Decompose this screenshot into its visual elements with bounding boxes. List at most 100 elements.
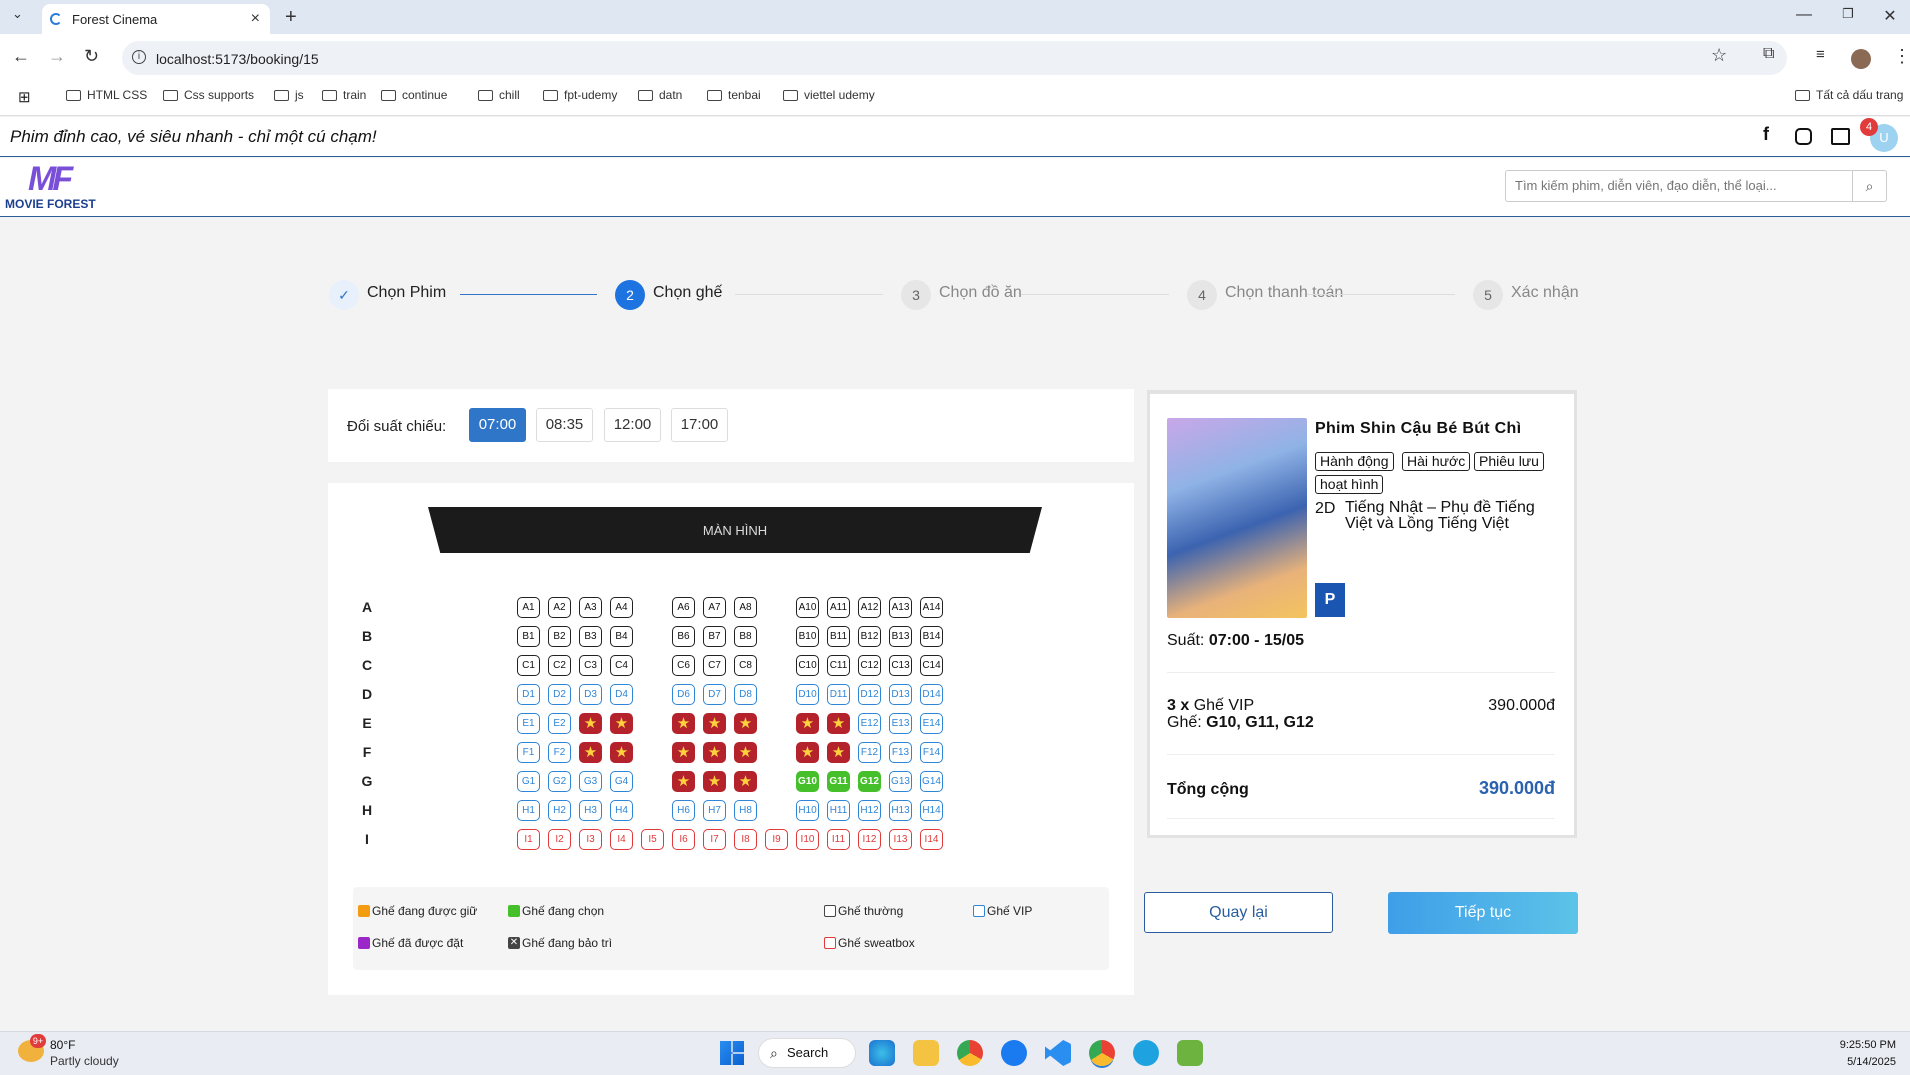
tab-search-icon[interactable]: ⌄ xyxy=(12,6,23,22)
excel-icon[interactable] xyxy=(1177,1040,1203,1066)
seat-I4[interactable]: I4 xyxy=(610,829,633,850)
seat-A12[interactable]: A12 xyxy=(858,597,881,618)
seat-C4[interactable]: C4 xyxy=(610,655,633,676)
seat-A4[interactable]: A4 xyxy=(610,597,633,618)
seat-G2[interactable]: G2 xyxy=(548,771,571,792)
search-input[interactable] xyxy=(1515,178,1845,193)
film-icon[interactable] xyxy=(1831,128,1850,145)
seat-B7[interactable]: B7 xyxy=(703,626,726,647)
weather-description[interactable]: Partly cloudy xyxy=(50,1054,119,1068)
seat-H14[interactable]: H14 xyxy=(920,800,943,821)
close-window-icon[interactable]: ✕ xyxy=(1880,6,1900,26)
seat-C2[interactable]: C2 xyxy=(548,655,571,676)
seat-H1[interactable]: H1 xyxy=(517,800,540,821)
apps-grid-icon[interactable]: ⊞ xyxy=(18,88,31,106)
seat-D12[interactable]: D12 xyxy=(858,684,881,705)
seat-G10[interactable]: G10 xyxy=(796,771,819,792)
seat-I12[interactable]: I12 xyxy=(858,829,881,850)
seat-E2[interactable]: E2 xyxy=(548,713,571,734)
seat-I7[interactable]: I7 xyxy=(703,829,726,850)
seat-D3[interactable]: D3 xyxy=(579,684,602,705)
seat-A2[interactable]: A2 xyxy=(548,597,571,618)
seat-C13[interactable]: C13 xyxy=(889,655,912,676)
seat-H10[interactable]: H10 xyxy=(796,800,819,821)
bookmark-item[interactable]: datn xyxy=(638,88,682,102)
seat-G3[interactable]: G3 xyxy=(579,771,602,792)
seat-D8[interactable]: D8 xyxy=(734,684,757,705)
continue-button[interactable]: Tiếp tục xyxy=(1388,892,1578,934)
notification-badge[interactable]: 4 xyxy=(1860,118,1878,136)
seat-C7[interactable]: C7 xyxy=(703,655,726,676)
seat-C12[interactable]: C12 xyxy=(858,655,881,676)
seat-B8[interactable]: B8 xyxy=(734,626,757,647)
seat-C3[interactable]: C3 xyxy=(579,655,602,676)
bookmark-item[interactable]: viettel udemy xyxy=(783,88,875,102)
bookmark-item[interactable]: train xyxy=(322,88,366,102)
seat-H4[interactable]: H4 xyxy=(610,800,633,821)
seat-E1[interactable]: E1 xyxy=(517,713,540,734)
seat-B1[interactable]: B1 xyxy=(517,626,540,647)
seat-A1[interactable]: A1 xyxy=(517,597,540,618)
showtime-button[interactable]: 07:00 xyxy=(469,408,526,442)
seat-F14[interactable]: F14 xyxy=(920,742,943,763)
seat-I10[interactable]: I10 xyxy=(796,829,819,850)
showtime-button[interactable]: 08:35 xyxy=(536,408,593,442)
address-bar[interactable] xyxy=(122,41,1787,75)
showtime-button[interactable]: 17:00 xyxy=(671,408,728,442)
seat-F2[interactable]: F2 xyxy=(548,742,571,763)
close-tab-icon[interactable]: × xyxy=(251,10,260,28)
bookmark-item[interactable]: continue xyxy=(381,88,447,102)
profile-avatar[interactable] xyxy=(1851,49,1871,69)
seat-D2[interactable]: D2 xyxy=(548,684,571,705)
site-info-icon[interactable]: i xyxy=(132,50,146,64)
seat-I3[interactable]: I3 xyxy=(579,829,602,850)
seat-I13[interactable]: I13 xyxy=(889,829,912,850)
seat-D7[interactable]: D7 xyxy=(703,684,726,705)
seat-B3[interactable]: B3 xyxy=(579,626,602,647)
seat-A14[interactable]: A14 xyxy=(920,597,943,618)
logo-icon[interactable]: MF xyxy=(28,160,73,199)
bookmark-item[interactable]: js xyxy=(274,88,304,102)
seat-B6[interactable]: B6 xyxy=(672,626,695,647)
url-text[interactable]: localhost:5173/booking/15 xyxy=(156,51,319,67)
seat-G4[interactable]: G4 xyxy=(610,771,633,792)
bookmark-item[interactable]: fpt-udemy xyxy=(543,88,617,102)
back-icon[interactable]: ← xyxy=(12,46,30,67)
seat-A11[interactable]: A11 xyxy=(827,597,850,618)
seat-D14[interactable]: D14 xyxy=(920,684,943,705)
seat-I14[interactable]: I14 xyxy=(920,829,943,850)
facebook-icon[interactable]: f xyxy=(1763,124,1769,145)
seat-G12[interactable]: G12 xyxy=(858,771,881,792)
seat-F12[interactable]: F12 xyxy=(858,742,881,763)
chrome-active-icon[interactable] xyxy=(1089,1040,1115,1066)
new-tab-icon[interactable]: + xyxy=(285,6,297,29)
bookmark-star-icon[interactable]: ☆ xyxy=(1711,45,1727,66)
seat-H6[interactable]: H6 xyxy=(672,800,695,821)
seat-I5[interactable]: I5 xyxy=(641,829,664,850)
seat-C11[interactable]: C11 xyxy=(827,655,850,676)
seat-A7[interactable]: A7 xyxy=(703,597,726,618)
seat-H2[interactable]: H2 xyxy=(548,800,571,821)
seat-I11[interactable]: I11 xyxy=(827,829,850,850)
seat-C14[interactable]: C14 xyxy=(920,655,943,676)
seat-H11[interactable]: H11 xyxy=(827,800,850,821)
seat-B2[interactable]: B2 xyxy=(548,626,571,647)
bookmark-item[interactable]: tenbai xyxy=(707,88,761,102)
logo-text[interactable]: MOVIE FOREST xyxy=(5,197,96,211)
seat-G1[interactable]: G1 xyxy=(517,771,540,792)
seat-F1[interactable]: F1 xyxy=(517,742,540,763)
bookmark-item[interactable]: HTML CSS xyxy=(66,88,147,102)
seat-I9[interactable]: I9 xyxy=(765,829,788,850)
seat-E13[interactable]: E13 xyxy=(889,713,912,734)
seat-D10[interactable]: D10 xyxy=(796,684,819,705)
seat-B14[interactable]: B14 xyxy=(920,626,943,647)
seat-B13[interactable]: B13 xyxy=(889,626,912,647)
seat-B11[interactable]: B11 xyxy=(827,626,850,647)
seat-B4[interactable]: B4 xyxy=(610,626,633,647)
bookmark-item[interactable]: chill xyxy=(478,88,520,102)
seat-I8[interactable]: I8 xyxy=(734,829,757,850)
seat-A8[interactable]: A8 xyxy=(734,597,757,618)
edge-dev-icon[interactable] xyxy=(1133,1040,1159,1066)
weather-temperature[interactable]: 80°F xyxy=(50,1038,75,1052)
seat-B12[interactable]: B12 xyxy=(858,626,881,647)
